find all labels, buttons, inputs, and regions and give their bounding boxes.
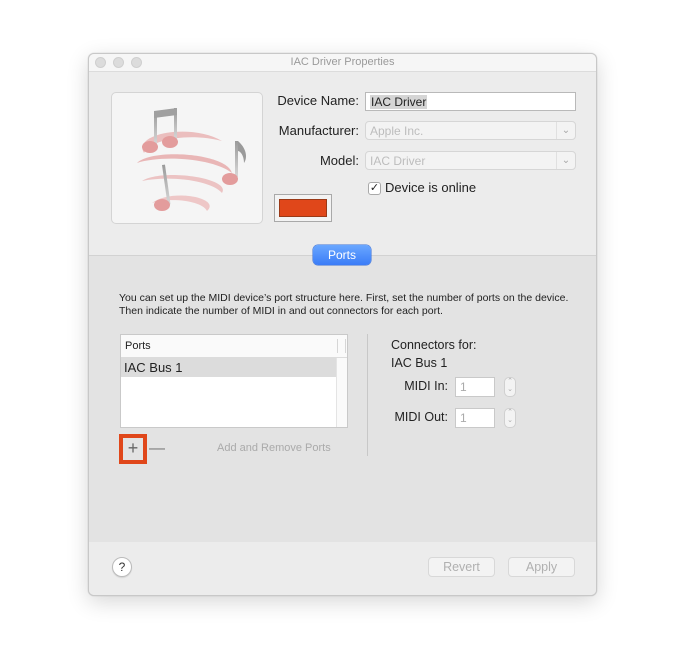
connectors-for-label: Connectors for: xyxy=(391,338,477,352)
chevron-down-icon: ⌄ xyxy=(556,152,575,169)
title-bar: IAC Driver Properties xyxy=(89,54,596,72)
add-port-button[interactable]: + xyxy=(119,434,147,464)
midi-in-stepper[interactable]: ⌃ ⌄ xyxy=(504,377,516,397)
midi-in-field[interactable]: 1 xyxy=(455,377,495,397)
manufacturer-popup[interactable]: Apple Inc. ⌄ xyxy=(365,121,576,140)
ports-description: You can set up the MIDI device’s port st… xyxy=(119,292,569,317)
device-color-well[interactable] xyxy=(274,194,332,222)
device-online-checkbox[interactable]: ✓ xyxy=(368,182,381,195)
chevron-up-icon: ⌃ xyxy=(507,409,513,416)
model-popup[interactable]: IAC Driver ⌄ xyxy=(365,151,576,170)
ports-table: Ports IAC Bus 1 xyxy=(120,334,348,428)
device-name-label: Device Name: xyxy=(277,93,359,108)
chevron-down-icon: ⌄ xyxy=(556,122,575,139)
device-name-field[interactable]: IAC Driver xyxy=(365,92,576,111)
chevron-up-icon: ⌃ xyxy=(507,378,513,385)
chevron-down-icon: ⌄ xyxy=(507,417,513,424)
device-online-label: Device is online xyxy=(385,180,477,195)
help-button[interactable]: ? xyxy=(112,557,132,577)
connectors-port-name: IAC Bus 1 xyxy=(391,356,448,370)
table-row[interactable]: IAC Bus 1 xyxy=(121,358,337,377)
tab-ports[interactable]: Ports xyxy=(313,245,371,265)
model-label: Model: xyxy=(319,153,359,168)
apply-button[interactable]: Apply xyxy=(508,557,575,577)
device-info-section: Device Name: IAC Driver Manufacturer: Ap… xyxy=(89,72,596,255)
column-divider xyxy=(345,339,346,353)
section-divider xyxy=(367,334,368,456)
ports-table-header[interactable]: Ports xyxy=(121,335,347,358)
midi-notes-icon xyxy=(137,108,246,211)
revert-button[interactable]: Revert xyxy=(428,557,495,577)
chevron-down-icon: ⌄ xyxy=(507,386,513,393)
add-remove-ports-label: Add and Remove Ports xyxy=(217,442,331,454)
column-divider xyxy=(337,339,338,353)
ports-section: You can set up the MIDI device’s port st… xyxy=(89,255,596,542)
midi-in-label: MIDI In: xyxy=(404,379,448,393)
midi-out-field[interactable]: 1 xyxy=(455,408,495,428)
color-swatch xyxy=(279,199,327,217)
connectors-title: Connectors for: IAC Bus 1 xyxy=(391,336,476,372)
window-title: IAC Driver Properties xyxy=(290,56,395,68)
midi-out-label: MIDI Out: xyxy=(394,410,448,424)
midi-out-stepper[interactable]: ⌃ ⌄ xyxy=(504,408,516,428)
manufacturer-label: Manufacturer: xyxy=(278,123,359,138)
device-icon[interactable] xyxy=(111,92,263,224)
remove-port-button[interactable]: — xyxy=(149,434,165,464)
footer: ? Revert Apply xyxy=(89,542,596,595)
iac-driver-properties-window: IAC Driver Properties Device Name: IAC D… xyxy=(88,53,597,596)
vertical-scrollbar[interactable] xyxy=(336,358,347,427)
